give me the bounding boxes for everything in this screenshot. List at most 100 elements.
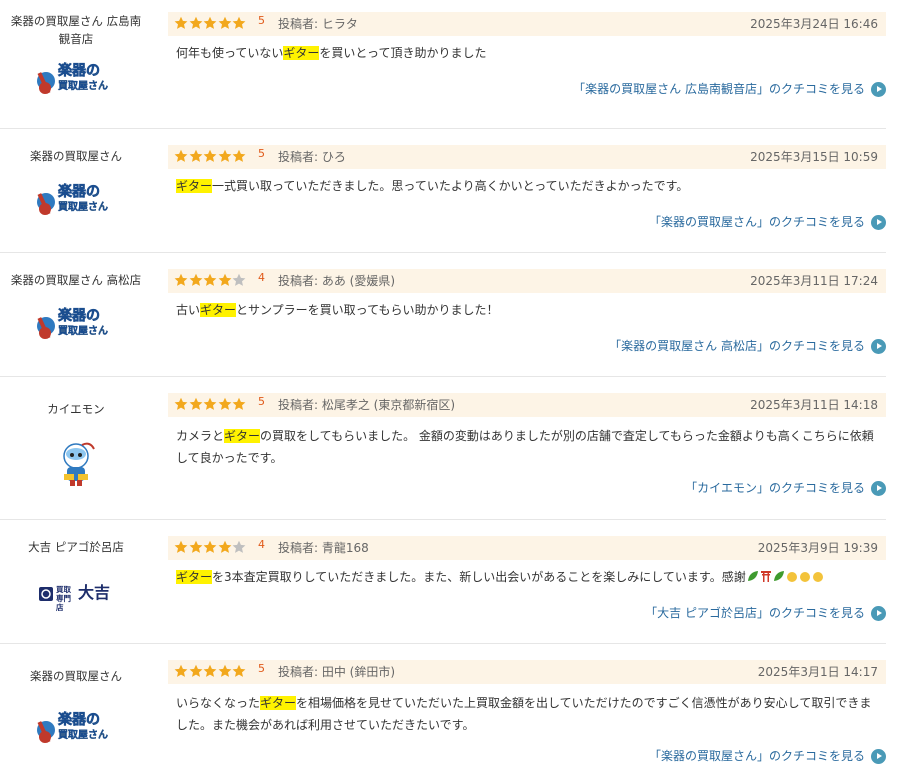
- shop-info: 大吉 ピアゴ於呂店: [0, 538, 152, 556]
- star-rating: [174, 145, 247, 169]
- gakki-logo-text-bottom: 買取屋さん: [58, 326, 108, 337]
- post-date: 2025年3月11日 14:18: [750, 398, 878, 412]
- review-item: 楽器の買取屋さん 楽器の 買取屋さん 5 投稿者: ひろ 2025年3月15日 1…: [0, 129, 886, 252]
- shop-logo[interactable]: 楽器の 買取屋さん: [36, 63, 116, 99]
- star-icon: [189, 540, 202, 553]
- star-icon: [189, 664, 202, 677]
- star-icon: [203, 540, 217, 553]
- review-item: 楽器の買取屋さん 高松店 楽器の 買取屋さん 4 投稿者: ああ (愛媛県) 20…: [0, 253, 886, 376]
- rating-value: 5: [258, 662, 265, 675]
- keyword-highlight: ギター: [176, 570, 213, 584]
- shop-info: カイエモン: [0, 400, 152, 418]
- keyword-highlight: ギター: [260, 696, 297, 710]
- shop-logo[interactable]: 楽器の 買取屋さん: [36, 308, 116, 344]
- rating-value: 5: [258, 395, 265, 408]
- star-icon: [189, 16, 202, 29]
- play-arrow-icon: [871, 82, 886, 97]
- shop-info: 楽器の買取屋さん: [0, 147, 152, 165]
- star-icon: [174, 540, 188, 553]
- shop-name-link[interactable]: カイエモン: [0, 400, 152, 418]
- star-icon: [218, 16, 231, 29]
- review-item: 楽器の買取屋さん 広島南観音店 楽器の 買取屋さん 5 投稿者: ヒラタ 2025…: [0, 0, 886, 128]
- shop-info: 楽器の買取屋さん 高松店: [0, 271, 152, 289]
- review-item: 大吉 ピアゴ於呂店 買取専門店 大吉 4 投稿者: 青龍168 2025年3月9…: [0, 520, 886, 643]
- view-reviews-link-label: 「大吉 ピアゴ於呂店」のクチコミを見る: [645, 606, 865, 620]
- view-reviews-link-label: 「カイエモン」のクチコミを見る: [685, 481, 865, 495]
- shop-info: 楽器の買取屋さん: [0, 667, 152, 685]
- review-header: 4 投稿者: 青龍168 2025年3月9日 19:39: [168, 536, 886, 560]
- view-reviews-link[interactable]: 「大吉 ピアゴ於呂店」のクチコミを見る: [645, 604, 886, 621]
- star-icon: [174, 397, 188, 410]
- review-header: 5 投稿者: 松尾孝之 (東京都新宿区) 2025年3月11日 14:18: [168, 393, 886, 417]
- view-reviews-link[interactable]: 「楽器の買取屋さん」のクチコミを見る: [649, 747, 886, 764]
- rating-value: 5: [258, 147, 265, 160]
- shop-name-link[interactable]: 楽器の買取屋さん: [0, 667, 152, 685]
- shop-name-link[interactable]: 楽器の買取屋さん 広島南観音店: [6, 12, 146, 48]
- review-text-part: 古い: [176, 303, 201, 317]
- view-reviews-link[interactable]: 「楽器の買取屋さん」のクチコミを見る: [649, 213, 886, 230]
- keyword-highlight: ギター: [283, 46, 320, 60]
- star-icon: [232, 540, 246, 553]
- daikichi-logo-big-text: 大吉: [78, 583, 111, 602]
- view-reviews-link[interactable]: 「カイエモン」のクチコミを見る: [685, 479, 886, 496]
- shop-logo[interactable]: [48, 440, 104, 488]
- poster-name: 投稿者: 青龍168: [278, 541, 369, 555]
- view-reviews-link-label: 「楽器の買取屋さん」のクチコミを見る: [648, 215, 865, 229]
- review-header: 4 投稿者: ああ (愛媛県) 2025年3月11日 17:24: [168, 269, 886, 293]
- clap-emoji-icon: [786, 572, 797, 582]
- star-rating: [174, 536, 247, 560]
- review-text: いらなくなったギターを相場価格を見せていただいた上買取金額を出していただけたので…: [176, 692, 878, 736]
- star-icon: [189, 149, 202, 162]
- review-text-part: を買いとって頂き助かりました: [319, 46, 487, 60]
- star-icon: [203, 664, 217, 677]
- kaiemon-mascot-icon: [63, 442, 95, 486]
- shop-info: 楽器の買取屋さん 広島南観音店: [0, 12, 152, 48]
- shop-name-link[interactable]: 楽器の買取屋さん: [0, 147, 152, 165]
- review-header: 5 投稿者: 田中 (鉾田市) 2025年3月1日 14:17: [168, 660, 886, 684]
- star-icon: [218, 397, 231, 410]
- review-text: 古いギターとサンプラーを買い取ってもらい助かりました！: [176, 299, 878, 321]
- shop-logo[interactable]: 買取専門店 大吉: [38, 583, 114, 612]
- review-text: ギターを3本査定買取りしていただきました。また、新しい出会いがあることを楽しみに…: [176, 566, 878, 588]
- shop-name-link[interactable]: 大吉 ピアゴ於呂店: [0, 538, 152, 556]
- review-header: 5 投稿者: ひろ 2025年3月15日 10:59: [168, 145, 886, 169]
- star-rating: [174, 660, 247, 684]
- play-arrow-icon: [871, 606, 886, 621]
- star-icon: [232, 16, 246, 29]
- star-icon: [203, 273, 217, 286]
- keyword-highlight: ギター: [176, 179, 213, 193]
- emoji-group: [746, 570, 824, 584]
- keyword-highlight: ギター: [224, 429, 261, 443]
- review-text-part: カメラと: [176, 429, 225, 443]
- rating-value: 4: [258, 538, 265, 551]
- star-rating: [174, 12, 247, 36]
- star-icon: [232, 664, 246, 677]
- leaf-emoji-icon: [773, 571, 784, 581]
- play-arrow-icon: [871, 215, 886, 230]
- view-reviews-link[interactable]: 「楽器の買取屋さん 高松店」のクチコミを見る: [609, 337, 886, 354]
- post-date: 2025年3月24日 16:46: [750, 17, 878, 31]
- shop-logo[interactable]: 楽器の 買取屋さん: [36, 712, 116, 748]
- post-date: 2025年3月15日 10:59: [750, 150, 878, 164]
- play-arrow-icon: [871, 339, 886, 354]
- star-icon: [174, 664, 188, 677]
- star-icon: [189, 273, 202, 286]
- shop-logo[interactable]: 楽器の 買取屋さん: [36, 184, 116, 220]
- star-icon: [232, 149, 246, 162]
- gakki-logo-text-top: 楽器の: [58, 184, 101, 201]
- leaf-emoji-icon: [747, 571, 758, 581]
- shop-name-link[interactable]: 楽器の買取屋さん 高松店: [0, 271, 152, 289]
- view-reviews-link-label: 「楽器の買取屋さん」のクチコミを見る: [648, 749, 865, 763]
- gakki-logo-text-bottom: 買取屋さん: [58, 202, 108, 213]
- post-date: 2025年3月9日 19:39: [757, 541, 878, 555]
- review-text-part: とサンプラーを買い取ってもらい助かりました！: [236, 303, 499, 317]
- star-icon: [218, 149, 231, 162]
- post-date: 2025年3月11日 17:24: [750, 274, 878, 288]
- poster-name: 投稿者: ヒラタ: [278, 17, 358, 31]
- torii-emoji-icon: [760, 571, 771, 582]
- play-arrow-icon: [871, 481, 886, 496]
- review-text-part: 何年も使っていない: [176, 46, 284, 60]
- star-rating: [174, 393, 247, 417]
- view-reviews-link[interactable]: 「楽器の買取屋さん 広島南観音店」のクチコミを見る: [573, 80, 886, 97]
- review-text: カメラとギターの買取をしてもらいました。 金額の変動はありましたが別の店舗で査定…: [176, 425, 878, 469]
